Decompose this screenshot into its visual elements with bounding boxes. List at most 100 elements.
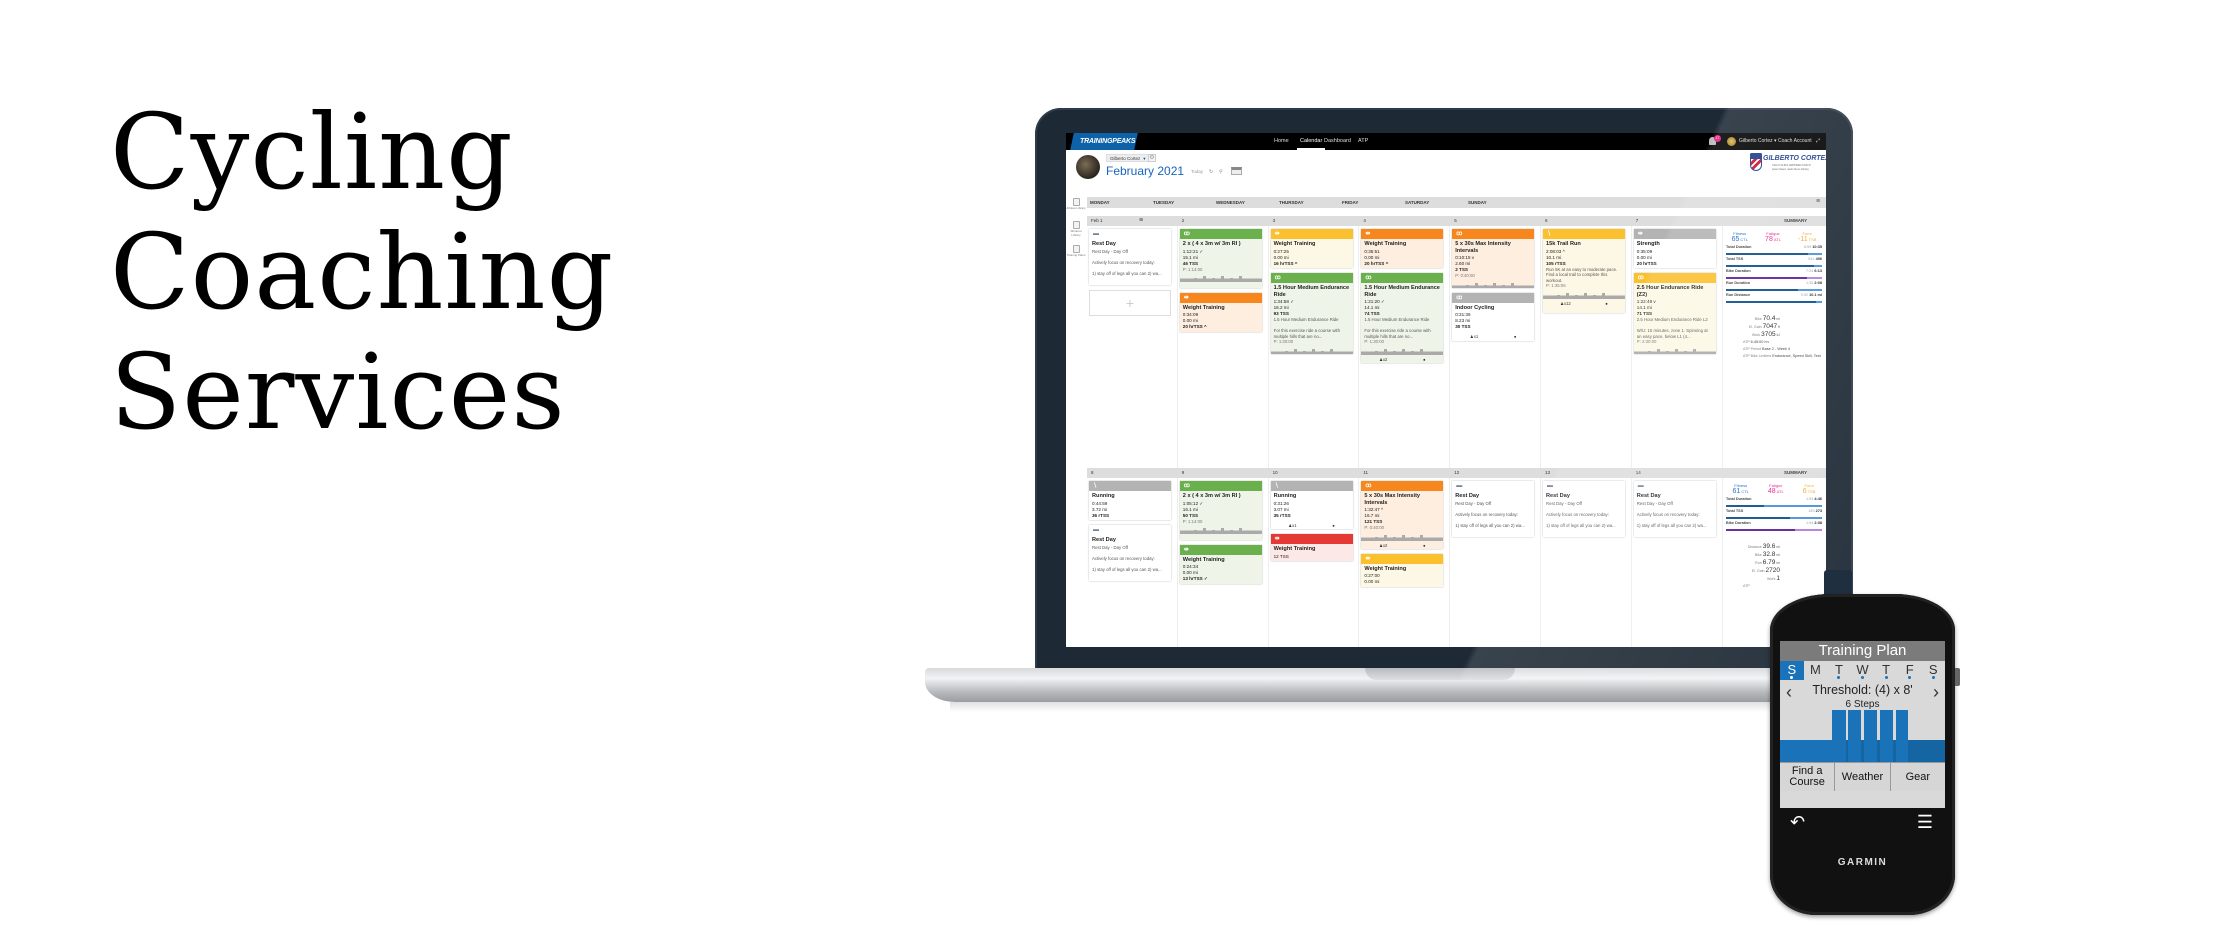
workout-card[interactable]: ꝏ 2.5 Hour Endurance Ride (Z2) 1:22:49 v 14… — [1633, 273, 1716, 354]
workout-description: Run 5K at an easy to moderate pace. Find… — [1546, 266, 1618, 283]
athlete-count[interactable]: ♟x2 — [1379, 355, 1387, 363]
comments-icon[interactable]: ● — [1423, 541, 1426, 549]
graph-bar — [1466, 284, 1470, 288]
workout-card[interactable]: ▬ Rest Day Rest Day - Day Off Actively foc… — [1089, 229, 1171, 285]
athlete-selector[interactable]: Gilberto Cortez ▾ — [1106, 154, 1150, 162]
athlete-count[interactable]: ♟x1 — [1288, 521, 1296, 530]
find-course-button[interactable]: Find a Course — [1780, 763, 1836, 791]
menu-icon[interactable]: ≡ — [1816, 198, 1820, 206]
actual-value: 6:13 — [1814, 269, 1822, 273]
workout-card[interactable]: ꝏ 1.5 Hour Medium Endurance Ride 1:34:58 ✓… — [1270, 273, 1353, 354]
gear-button[interactable]: Gear — [1890, 763, 1945, 791]
workout-card[interactable]: ⇹ Weight Training 0:27:00 0.00 mi — [1361, 553, 1444, 587]
form-metric: Form -11TSB — [1798, 231, 1816, 243]
workout-graph — [1179, 274, 1262, 282]
workout-card[interactable]: ⇹ Strength 0:35:09 0.00 mi 20 hrTSS — [1633, 229, 1716, 268]
bike-icon: ꝏ — [1270, 273, 1353, 283]
workout-card[interactable]: ꝏ 1.5 Hour Medium Endurance Ride 1:21:20 ✓… — [1361, 273, 1444, 363]
workout-card[interactable]: ꝏ2 x ( 4 x 3m w/ 3m RI ) 1:12:21 ✓ 15.1 mi… — [1179, 229, 1262, 288]
workout-card[interactable]: ▬ Rest Day Rest Day - Day Off Actively foc… — [1452, 481, 1535, 537]
graph-bar — [1647, 350, 1651, 354]
chevron-right-icon[interactable]: › — [1933, 682, 1939, 703]
athlete-count[interactable]: ♟x1 — [1470, 332, 1478, 341]
add-workout-button[interactable]: + — [1089, 290, 1171, 316]
user-avatar[interactable] — [1727, 137, 1736, 146]
workout-card[interactable]: ꝏ2 x ( 4 x 3m w/ 3m RI ) 1:05:12 ✓ 16.1 mi… — [1179, 481, 1262, 540]
graph-bar — [1193, 530, 1197, 534]
today-button[interactable]: Today — [1191, 169, 1203, 174]
comments-icon[interactable]: ● — [1514, 332, 1517, 341]
card-body: 5 x 30s Max Intensity Intervals 0:10:15 v… — [1452, 239, 1534, 281]
planned-duration: P: 1:30:00 — [1273, 339, 1294, 344]
refresh-icon[interactable]: ↻ — [1209, 169, 1213, 175]
garmin-day-label: F — [1905, 662, 1914, 677]
card-body: Strength 0:35:09 0.00 mi 20 hrTSS — [1634, 239, 1716, 268]
workout-card[interactable]: ▬ Rest Day Rest Day - Day Off Actively foc… — [1089, 525, 1171, 581]
graph-bar — [1202, 276, 1206, 282]
summary-row: Total TSS 183 273 — [1726, 509, 1822, 519]
athlete-count[interactable]: ♟x12 — [1560, 299, 1571, 308]
coach-account-link[interactable]: Coach Account — [1778, 133, 1812, 150]
nav-home[interactable]: Home — [1274, 133, 1289, 150]
sidebar-training-plans[interactable]: Training Plans — [1066, 245, 1086, 258]
workout-card[interactable]: ∖ 15k Trail Run 2:08:03 ^ 10.1 mi 105 rTSS Ru… — [1543, 229, 1625, 313]
workout-title: 15k Trail Run — [1546, 241, 1581, 247]
nav-calendar[interactable]: Calendar — [1297, 133, 1326, 150]
workout-card[interactable]: ▬ Rest Day Rest Day - Day Off Actively foc… — [1543, 481, 1625, 537]
summary-row-values: 8:59 10:35 — [1804, 245, 1822, 249]
workout-card[interactable]: ⇹ Weight Training 0:24:34 0.00 mi 13 hrTSS ✓ — [1179, 544, 1262, 584]
search-icon[interactable]: ⚲ — [1219, 169, 1223, 175]
user-menu[interactable]: Gilberto Cortez ▾ — [1739, 133, 1777, 150]
workout-card[interactable]: ∖ Running 0:31:26 3.07 mi 35 rTSS ♟x1 ● — [1270, 481, 1353, 530]
sidebar-athlete-library[interactable]: Athlete Library — [1066, 198, 1086, 211]
weather-button[interactable]: Weather — [1835, 763, 1891, 791]
trainingpeaks-logo[interactable]: TRAININGPEAKS — [1070, 133, 1138, 150]
day-header-tue: TUESDAY — [1153, 200, 1175, 205]
workout-title: Strength — [1636, 241, 1660, 247]
nav-dashboard[interactable]: Dashboard — [1324, 133, 1351, 150]
workout-card[interactable]: ⇹ Weight Training 12 TSS — [1270, 534, 1353, 561]
nav-atp[interactable]: ATP — [1358, 133, 1368, 150]
workout-title: 5 x 30s Max Intensity Intervals — [1455, 241, 1511, 254]
workout-card[interactable]: ⇹ Weight Training 0:34:09 0.00 mi 20 hrTSS ^ — [1179, 292, 1262, 332]
summary-stat: Run 6.79 mi — [1723, 559, 1825, 567]
menu-icon[interactable]: ☰ — [1917, 812, 1933, 833]
stat-value: 3705 — [1761, 331, 1776, 338]
garmin-day[interactable]: T — [1827, 661, 1851, 680]
day-menu-icon[interactable]: ≡ — [1139, 217, 1143, 225]
summary-stat: Work 3705 kJ — [1723, 331, 1825, 339]
workout-title: Weight Training — [1273, 241, 1316, 247]
next-month-button[interactable]: › — [1178, 168, 1180, 174]
comments-icon[interactable]: ● — [1423, 355, 1426, 363]
comments-icon[interactable]: ● — [1332, 521, 1335, 530]
workout-metric: 20 hrTSS ^ — [1364, 260, 1389, 266]
garmin-day[interactable]: F — [1898, 661, 1922, 680]
athlete-count[interactable]: ♟x2 — [1379, 541, 1387, 549]
garmin-side-button[interactable] — [1955, 668, 1960, 686]
back-icon[interactable]: ↶ — [1790, 812, 1805, 833]
summary-row-values: 9.52 10.1 mi — [1801, 293, 1822, 297]
workout-card[interactable]: ⇹ Weight Training 0:35:51 0.00 mi 20 hrTSS ^ — [1361, 229, 1444, 268]
garmin-day[interactable]: S — [1921, 661, 1945, 680]
workout-card[interactable]: ꝏ5 x 30s Max Intensity Intervals 0:10:15 … — [1452, 229, 1535, 288]
expand-icon[interactable]: ⤢ — [1816, 133, 1820, 150]
garmin-day[interactable]: T — [1874, 661, 1898, 680]
comments-icon[interactable]: ● — [1605, 299, 1608, 308]
garmin-day[interactable]: W — [1851, 661, 1875, 680]
strength-icon: ⇹ — [1633, 229, 1716, 239]
workout-card[interactable]: ꝏ5 x 30s Max Intensity Intervals 1:32:47 … — [1361, 481, 1444, 549]
prev-month-button[interactable]: ‹ — [1168, 168, 1170, 174]
summary-row: Total Duration 1:54 4:46 — [1726, 497, 1822, 507]
workout-card[interactable]: ⇹ Weight Training 0:27:25 0.00 mi 16 hrTSS ^ — [1270, 229, 1353, 268]
calendar-icon[interactable] — [1231, 167, 1242, 175]
garmin-day[interactable]: M — [1804, 661, 1828, 680]
sidebar-workout-library[interactable]: Workout Library — [1066, 221, 1086, 237]
garmin-day[interactable]: S — [1780, 661, 1804, 680]
athlete-library-icon — [1072, 198, 1080, 206]
sidebar-label: Athlete Library — [1066, 206, 1086, 210]
gear-icon[interactable]: ⚙ — [1148, 154, 1156, 162]
chevron-left-icon[interactable]: ‹ — [1786, 682, 1792, 703]
workout-card[interactable]: ꝏ Indoor Cycling 0:31:36 8.23 mi 30 TSS ♟x1 ● — [1452, 292, 1535, 341]
workout-card[interactable]: ∖ Running 0:44:59 3.72 mi 36 rTSS — [1089, 481, 1171, 520]
workout-card[interactable]: ▬ Rest Day Rest Day - Day Off Actively foc… — [1633, 481, 1716, 537]
